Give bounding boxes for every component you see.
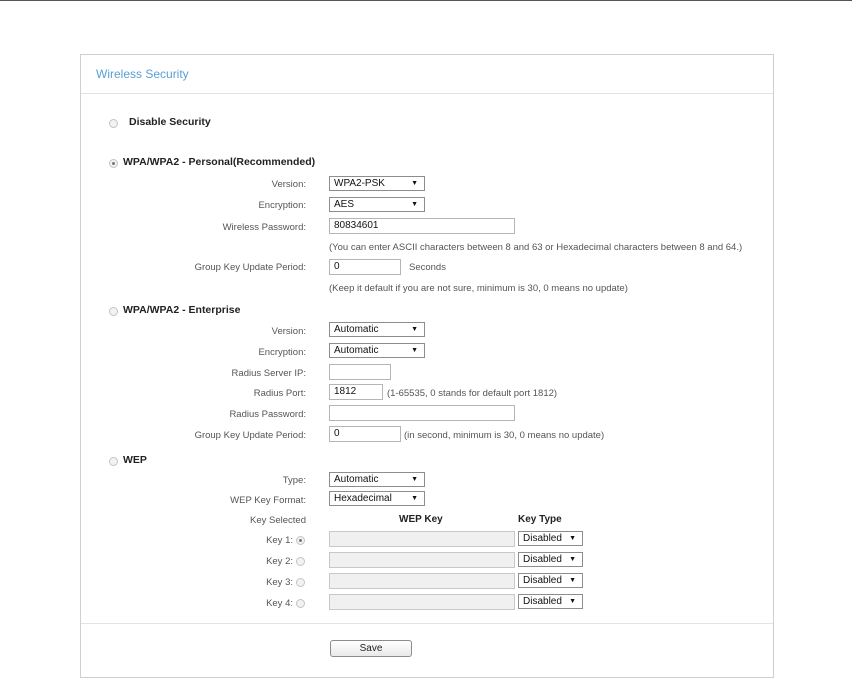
chevron-down-icon: ▼ bbox=[569, 577, 576, 584]
key-2-type-value: Disabled bbox=[523, 554, 562, 565]
radius-port-label: Radius Port: bbox=[253, 388, 306, 399]
wireless-password-input[interactable]: 80834601 bbox=[329, 218, 515, 234]
chevron-down-icon: ▼ bbox=[569, 556, 576, 563]
key-4-input[interactable] bbox=[329, 594, 515, 610]
chevron-down-icon: ▼ bbox=[411, 180, 418, 187]
wep-radio[interactable] bbox=[109, 457, 118, 466]
key-1-label: Key 1: bbox=[266, 535, 293, 546]
key-4-type-select[interactable]: Disabled ▼ bbox=[518, 594, 583, 609]
key-3-type-value: Disabled bbox=[523, 575, 562, 586]
footer-divider bbox=[81, 623, 773, 624]
wpa-personal-group-key-label: Group Key Update Period: bbox=[194, 262, 306, 273]
wpa-personal-radio[interactable] bbox=[109, 159, 118, 168]
chevron-down-icon: ▼ bbox=[569, 598, 576, 605]
key-1-type-select[interactable]: Disabled ▼ bbox=[518, 531, 583, 546]
key-1-radio[interactable] bbox=[296, 536, 305, 545]
wireless-security-panel: Wireless Security Disable Security WPA/W… bbox=[80, 54, 774, 678]
key-3-input[interactable] bbox=[329, 573, 515, 589]
key-type-header: Key Type bbox=[518, 514, 562, 525]
key-4-label: Key 4: bbox=[266, 598, 293, 609]
wpa-enterprise-encryption-value: Automatic bbox=[334, 345, 379, 356]
wpa-enterprise-group-key-input[interactable]: 0 bbox=[329, 426, 401, 442]
wpa-enterprise-group-key-label: Group Key Update Period: bbox=[194, 430, 306, 441]
wep-type-value: Automatic bbox=[334, 474, 379, 485]
radius-server-ip-label: Radius Server IP: bbox=[231, 368, 306, 379]
radius-password-input[interactable] bbox=[329, 405, 515, 421]
wep-label: WEP bbox=[123, 454, 147, 466]
panel-title: Wireless Security bbox=[96, 67, 189, 81]
wpa-personal-version-label: Version: bbox=[271, 179, 306, 190]
key-4-type-value: Disabled bbox=[523, 596, 562, 607]
wpa-enterprise-version-label: Version: bbox=[271, 326, 306, 337]
key-2-radio[interactable] bbox=[296, 557, 305, 566]
disable-security-radio[interactable] bbox=[109, 119, 118, 128]
key-1-type-value: Disabled bbox=[523, 533, 562, 544]
wpa-enterprise-label: WPA/WPA2 - Enterprise bbox=[123, 304, 241, 316]
wpa-enterprise-radio[interactable] bbox=[109, 307, 118, 316]
chevron-down-icon: ▼ bbox=[411, 201, 418, 208]
wpa-personal-group-key-input[interactable]: 0 bbox=[329, 259, 401, 275]
wep-key-format-label: WEP Key Format: bbox=[230, 495, 306, 506]
title-divider bbox=[81, 93, 773, 94]
wpa-enterprise-encryption-select[interactable]: Automatic ▼ bbox=[329, 343, 425, 358]
chevron-down-icon: ▼ bbox=[411, 326, 418, 333]
wpa-personal-version-select[interactable]: WPA2-PSK ▼ bbox=[329, 176, 425, 191]
key-2-label: Key 2: bbox=[266, 556, 293, 567]
wpa-personal-encryption-select[interactable]: AES ▼ bbox=[329, 197, 425, 212]
top-divider bbox=[0, 0, 852, 1]
wep-type-label: Type: bbox=[282, 475, 306, 486]
wep-type-select[interactable]: Automatic ▼ bbox=[329, 472, 425, 487]
radius-password-label: Radius Password: bbox=[229, 409, 306, 420]
key-3-label: Key 3: bbox=[266, 577, 293, 588]
key-2-input[interactable] bbox=[329, 552, 515, 568]
key-4-radio[interactable] bbox=[296, 599, 305, 608]
wireless-password-label: Wireless Password: bbox=[222, 222, 306, 233]
key-3-radio[interactable] bbox=[296, 578, 305, 587]
radius-port-input[interactable]: 1812 bbox=[329, 384, 383, 400]
wpa-personal-group-key-hint: (Keep it default if you are not sure, mi… bbox=[329, 283, 628, 294]
wireless-password-hint: (You can enter ASCII characters between … bbox=[329, 242, 743, 253]
key-2-type-select[interactable]: Disabled ▼ bbox=[518, 552, 583, 567]
chevron-down-icon: ▼ bbox=[411, 495, 418, 502]
wpa-personal-version-value: WPA2-PSK bbox=[334, 178, 385, 189]
wpa-personal-group-key-unit: Seconds bbox=[409, 262, 446, 273]
disable-security-label: Disable Security bbox=[129, 116, 211, 128]
chevron-down-icon: ▼ bbox=[411, 476, 418, 483]
key-3-type-select[interactable]: Disabled ▼ bbox=[518, 573, 583, 588]
save-button[interactable]: Save bbox=[330, 640, 412, 657]
wpa-enterprise-version-select[interactable]: Automatic ▼ bbox=[329, 322, 425, 337]
radius-port-hint: (1-65535, 0 stands for default port 1812… bbox=[387, 388, 558, 399]
wpa-enterprise-group-key-hint: (in second, minimum is 30, 0 means no up… bbox=[404, 430, 605, 441]
wpa-personal-encryption-label: Encryption: bbox=[258, 200, 306, 211]
wep-key-header: WEP Key bbox=[399, 514, 443, 525]
key-selected-header: Key Selected bbox=[250, 515, 306, 526]
key-1-input[interactable] bbox=[329, 531, 515, 547]
wpa-personal-encryption-value: AES bbox=[334, 199, 355, 210]
wpa-enterprise-encryption-label: Encryption: bbox=[258, 347, 306, 358]
chevron-down-icon: ▼ bbox=[411, 347, 418, 354]
wep-key-format-select[interactable]: Hexadecimal ▼ bbox=[329, 491, 425, 506]
wpa-personal-label: WPA/WPA2 - Personal(Recommended) bbox=[123, 156, 316, 168]
wpa-enterprise-version-value: Automatic bbox=[334, 324, 379, 335]
chevron-down-icon: ▼ bbox=[569, 535, 576, 542]
radius-server-ip-input[interactable] bbox=[329, 364, 391, 380]
wep-key-format-value: Hexadecimal bbox=[334, 493, 392, 504]
